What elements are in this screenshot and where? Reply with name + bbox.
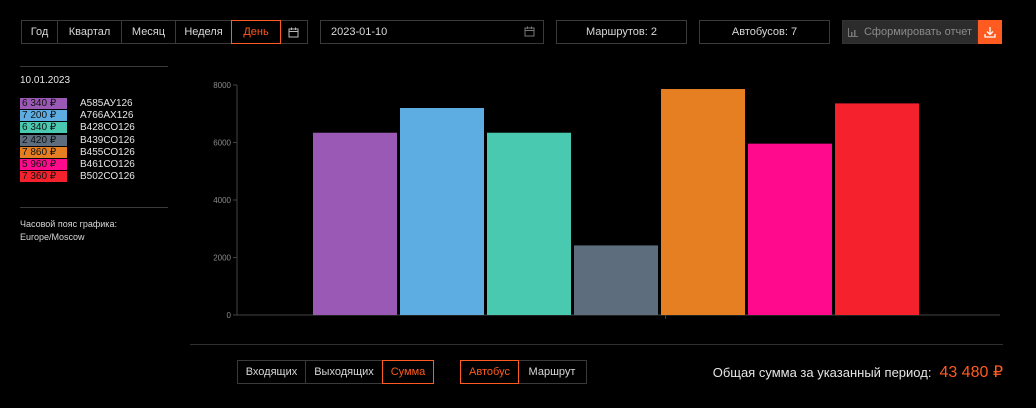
period-week-button[interactable]: Неделя [176,21,232,43]
y-tick-label: 8000 [213,81,231,90]
date-input[interactable]: 2023-01-10 [320,20,544,44]
legend-item-name: А585АУ126 [80,97,133,109]
bar-chart: 0 2000 4000 6000 8000 [213,81,1000,320]
timezone-label: Часовой пояс графика: [20,219,117,229]
download-button[interactable] [978,20,1002,44]
period-month-button[interactable]: Месяц [122,21,176,43]
group-bus-button[interactable]: Автобус [460,360,519,384]
legend-item: 7 360 ₽ В502СО126 [20,171,168,183]
legend-item-name: В439СО126 [80,134,135,146]
y-tick-label: 0 [227,311,232,320]
bar [313,132,397,315]
legend-item-value: 7 200 ₽ [20,109,67,121]
total-value: 43 480 ₽ [939,364,1003,381]
timezone-value: Europe/Moscow [20,232,85,242]
group-route-button[interactable]: Маршрут [518,361,586,383]
legend-item-value: 2 420 ₽ [20,134,67,146]
measure-outgoing-button[interactable]: Выходящих [306,361,383,383]
period-day-button[interactable]: День [231,20,281,44]
y-tick-label: 4000 [213,196,231,205]
calendar-icon [524,26,535,37]
measure-incoming-button[interactable]: Входящих [238,361,306,383]
period-selector: Год Квартал Месяц Неделя День [21,20,308,44]
legend-item: 5 960 ₽ В461СО126 [20,158,168,171]
timezone-info: Часовой пояс графика: Europe/Moscow [20,208,168,244]
legend-item-name: В502СО126 [80,171,135,183]
bar [835,103,919,316]
legend-item-value: 7 860 ₽ [20,146,67,158]
total-label: Общая сумма за указанный период: [712,365,932,380]
period-year-button[interactable]: Год [22,21,58,43]
calendar-icon [288,27,299,37]
bottom-divider [190,344,1003,345]
period-quarter-button[interactable]: Квартал [58,21,122,43]
legend-item: 6 340 ₽ А585АУ126 [20,97,168,109]
legend-date: 10.01.2023 [20,75,71,86]
legend-item: 6 340 ₽ В428СО126 [20,122,168,134]
bar [661,89,745,316]
routes-select[interactable]: Маршрутов: 2 [556,20,687,44]
legend-item-value: 6 340 ₽ [20,122,67,134]
legend-item: 2 420 ₽ В439СО126 [20,134,168,146]
legend-panel: 10.01.2023 6 340 ₽ А585АУ126 7 200 ₽ А766АХ… [20,66,168,244]
total-summary: Общая сумма за указанный период: 43 480 … [713,362,1003,382]
legend-item-value: 7 360 ₽ [20,171,67,183]
calendar-button[interactable] [280,21,307,43]
legend-item-name: В461СО126 [80,159,135,171]
y-tick-label: 2000 [213,254,231,263]
buses-select[interactable]: Автобусов: 7 [699,20,830,44]
legend-item-value: 5 960 ₽ [20,159,67,171]
legend-item-name: В455СО126 [80,146,135,158]
y-tick-label: 6000 [213,139,231,148]
bar-chart-icon [847,27,858,37]
date-value: 2023-01-10 [331,26,388,38]
download-icon [984,27,996,38]
generate-report-button[interactable]: Сформировать отчет [842,20,978,44]
measure-selector: Входящих Выходящих Сумма [237,360,434,384]
bar [400,108,484,315]
legend-list: 6 340 ₽ А585АУ126 7 200 ₽ А766АХ126 6 340 ₽ В… [20,97,168,207]
generate-report-label: Сформировать отчет [863,26,973,38]
bar [574,245,658,315]
bar [487,132,571,315]
group-selector: Автобус Маршрут [460,360,587,384]
legend-item-name: А766АХ126 [80,109,134,121]
legend-item-value: 6 340 ₽ [20,97,67,109]
legend-item: 7 860 ₽ В455СО126 [20,146,168,158]
legend-item-name: В428СО126 [80,122,135,134]
bar [748,143,832,315]
legend-item: 7 200 ₽ А766АХ126 [20,109,168,121]
measure-sum-button[interactable]: Сумма [382,360,434,384]
